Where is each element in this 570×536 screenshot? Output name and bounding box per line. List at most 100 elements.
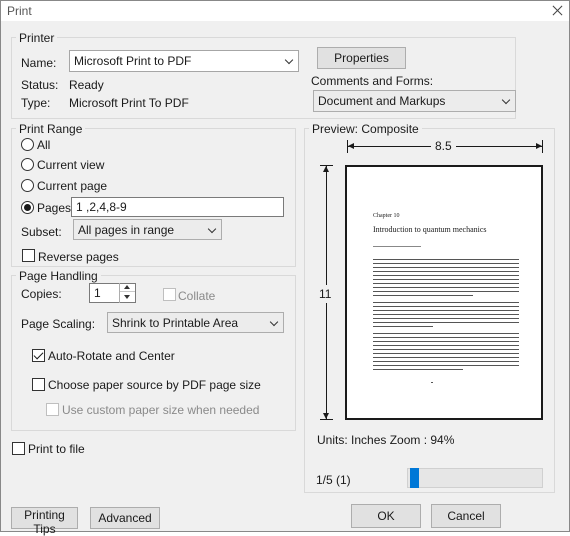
radio-current-page-label: Current page: [37, 179, 108, 193]
radio-pages[interactable]: [21, 201, 34, 214]
preview-text-line: [373, 365, 519, 366]
print-dialog: Print Printer Name: Microsoft Print to P…: [0, 0, 570, 536]
chevron-down-icon: [269, 317, 279, 327]
copies-value: 1: [94, 286, 101, 300]
preview-text-line: [373, 302, 519, 303]
title-bar: Print: [1, 1, 569, 21]
auto-rotate-checkbox[interactable]: [32, 349, 45, 362]
arrow-down-icon: [323, 413, 329, 419]
units-zoom-text: Units: Inches Zoom : 94%: [317, 433, 455, 447]
preview-text-line: [373, 246, 421, 247]
preview-text-line: [373, 267, 519, 268]
radio-pages-label: Pages: [37, 201, 72, 215]
printer-status-value: Ready: [69, 78, 104, 92]
paper-source-label: Choose paper source by PDF page size: [48, 378, 261, 392]
stepper-down-icon[interactable]: [120, 293, 135, 302]
paper-source-checkbox[interactable]: [32, 378, 45, 391]
height-dimension-tick-bottom: [320, 419, 333, 420]
subset-value: All pages in range: [78, 223, 175, 237]
page-height-label: 11: [319, 285, 332, 303]
print-to-file-label: Print to file: [28, 442, 85, 456]
page-slider-track[interactable]: [407, 468, 543, 488]
collate-label: Collate: [178, 289, 216, 303]
reverse-pages-checkbox[interactable]: [22, 249, 35, 262]
chevron-down-icon: [284, 55, 294, 65]
preview-text-line: [373, 306, 519, 307]
window-title: Print: [7, 4, 32, 18]
print-range-group-label: Print Range: [16, 122, 86, 136]
preview-text-line: [373, 259, 519, 260]
collate-checkbox[interactable]: [163, 288, 176, 301]
preview-text-line: [373, 349, 519, 350]
page-indicator: 1/5 (1): [316, 473, 351, 487]
printing-tips-button[interactable]: Printing Tips: [11, 507, 78, 536]
custom-paper-label: Use custom paper size when needed: [62, 403, 260, 417]
preview-text-line: [373, 283, 519, 284]
preview-text-line: [373, 353, 519, 354]
width-dimension-tick-right: [542, 140, 543, 153]
preview-text-line: [373, 318, 519, 319]
preview-text-line: [373, 291, 519, 292]
radio-all[interactable]: [21, 138, 34, 151]
subset-select[interactable]: All pages in range: [73, 219, 222, 240]
page-scaling-value: Shrink to Printable Area: [112, 316, 239, 330]
page-scaling-label: Page Scaling:: [21, 317, 96, 331]
printer-group-label: Printer: [16, 31, 58, 45]
custom-paper-checkbox[interactable]: [46, 403, 59, 416]
preview-header: Preview: Composite: [309, 122, 422, 136]
printer-status-label: Status:: [21, 78, 59, 92]
printer-type-label: Type:: [21, 96, 51, 110]
page-scaling-select[interactable]: Shrink to Printable Area: [107, 312, 284, 333]
preview-text-line: [373, 287, 519, 288]
page-width-label: 8.5: [431, 139, 456, 153]
properties-button[interactable]: Properties: [317, 47, 406, 69]
auto-rotate-label: Auto-Rotate and Center: [48, 349, 175, 363]
page-handling-group-label: Page Handling: [16, 269, 101, 283]
advanced-button[interactable]: Advanced: [90, 507, 160, 529]
radio-all-label: All: [37, 138, 51, 152]
preview-text-line: [373, 333, 519, 334]
stepper-up-icon[interactable]: [120, 283, 135, 292]
radio-current-view[interactable]: [21, 158, 34, 171]
ok-button[interactable]: OK: [351, 504, 421, 528]
arrow-right-icon: [536, 143, 542, 149]
close-icon[interactable]: [546, 1, 568, 21]
preview-text-line: [373, 295, 473, 296]
preview-text-line: [373, 341, 519, 342]
page-slider-thumb[interactable]: [410, 468, 419, 488]
preview-text-line: [373, 263, 519, 264]
radio-current-view-label: Current view: [37, 158, 105, 172]
preview-text-line: [373, 337, 519, 338]
preview-text-line: [373, 357, 519, 358]
subset-label: Subset:: [21, 225, 62, 239]
comments-forms-select[interactable]: Document and Markups: [313, 90, 516, 112]
radio-current-page[interactable]: [21, 179, 34, 192]
pages-range-input[interactable]: 1 ,2,4,8-9: [71, 197, 284, 217]
print-to-file-checkbox[interactable]: [12, 442, 25, 455]
preview-text-line: [373, 369, 463, 370]
printer-name-label: Name:: [21, 56, 57, 70]
preview-text-line: [373, 322, 519, 323]
printer-type-value: Microsoft Print To PDF: [69, 96, 189, 110]
chevron-down-icon: [207, 224, 217, 234]
comments-forms-label: Comments and Forms:: [311, 74, 434, 88]
arrow-left-icon: [348, 143, 354, 149]
preview-text-line: [373, 361, 519, 362]
preview-text-line: [373, 345, 519, 346]
printer-name-select[interactable]: Microsoft Print to PDF: [69, 50, 299, 72]
preview-text-line: [373, 326, 433, 327]
preview-text-line: [373, 314, 519, 315]
preview-chapter-text: Chapter 10: [373, 213, 400, 219]
copies-label: Copies:: [21, 287, 62, 301]
cancel-button[interactable]: Cancel: [431, 504, 501, 528]
preview-text-line: [373, 310, 519, 311]
copies-stepper[interactable]: [119, 283, 135, 303]
preview-page-number: [431, 382, 433, 383]
page-preview: Chapter 10 Introduction to quantum mecha…: [345, 165, 543, 420]
reverse-pages-label: Reverse pages: [38, 250, 119, 264]
comments-forms-value: Document and Markups: [318, 94, 446, 108]
preview-text-line: [373, 279, 519, 280]
printer-name-value: Microsoft Print to PDF: [74, 54, 192, 68]
chevron-down-icon: [501, 95, 511, 105]
preview-text-line: [373, 271, 519, 272]
